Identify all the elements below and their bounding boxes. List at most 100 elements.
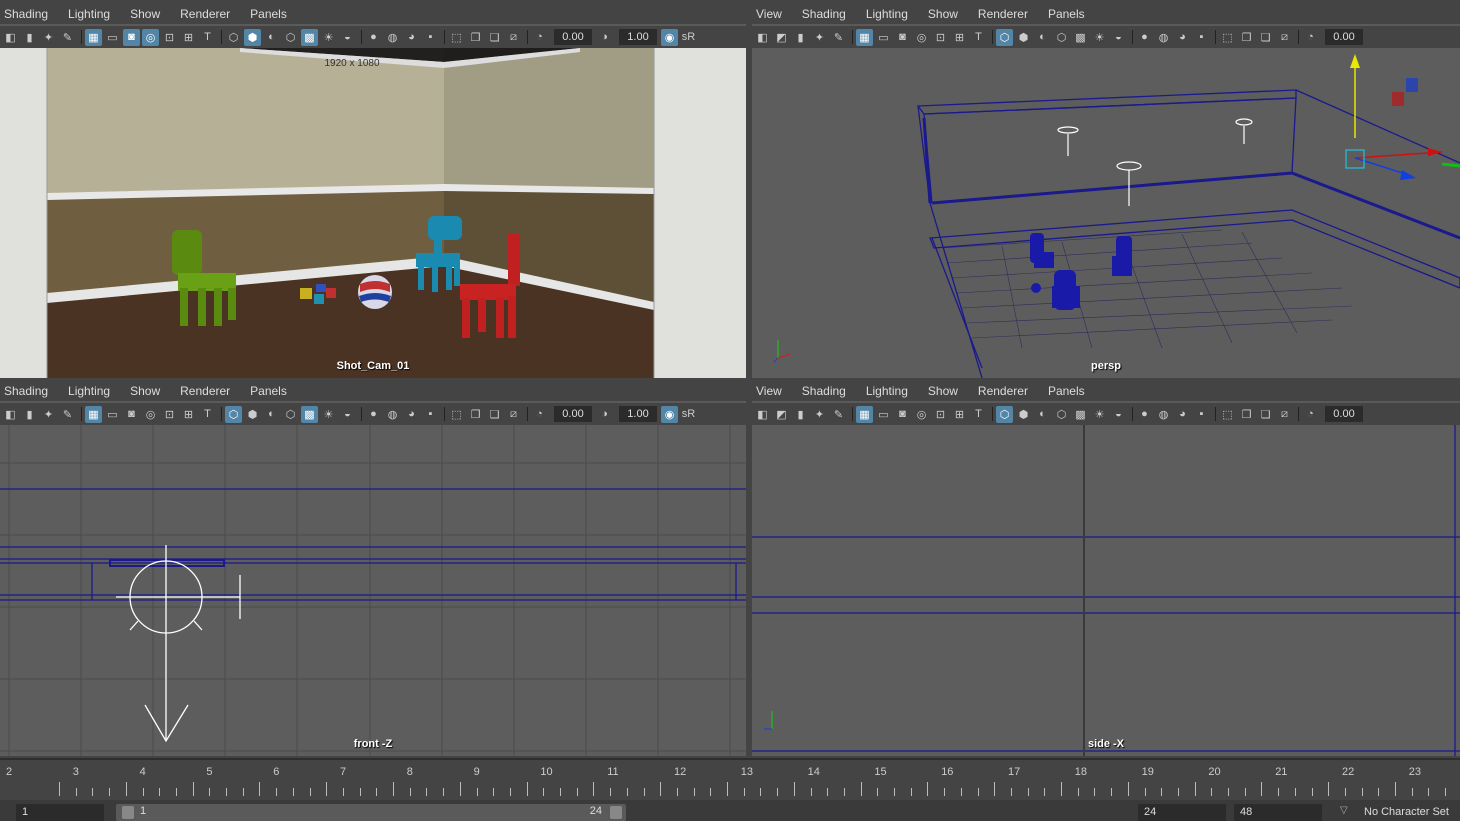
menu-panels[interactable]: Panels [1036, 381, 1093, 401]
grid-icon[interactable]: ▦ [856, 28, 873, 46]
wireframe-icon[interactable]: ⬡ [225, 29, 242, 46]
anti-aliasing-icon[interactable]: ◕ [1174, 406, 1191, 423]
xray-joints-icon[interactable]: ❏ [1257, 406, 1274, 423]
lights-icon[interactable]: ☀ [320, 29, 337, 46]
resolution-gate-icon[interactable]: ◙ [894, 29, 911, 46]
menu-show[interactable]: Show [118, 381, 168, 401]
bookmark-icon[interactable]: ▮ [792, 406, 809, 423]
viewport-side[interactable]: View Shading Lighting Show Renderer Pane… [752, 381, 1460, 756]
menu-panels[interactable]: Panels [1036, 4, 1093, 24]
ambient-occlusion-icon[interactable]: ● [1136, 406, 1153, 423]
menu-shading[interactable]: Shading [790, 381, 854, 401]
textured-icon[interactable]: ▩ [301, 28, 318, 46]
default-material-icon[interactable]: ◐ [1034, 406, 1051, 423]
character-set-field[interactable]: No Character Set [1358, 804, 1460, 821]
ambient-occlusion-icon[interactable]: ● [1136, 29, 1153, 46]
depth-of-field-icon[interactable]: ▪ [1193, 406, 1210, 423]
field-chart-icon[interactable]: ⊡ [932, 29, 949, 46]
select-camera-icon[interactable]: ✦ [811, 406, 828, 423]
safe-title-icon[interactable]: T [970, 406, 987, 423]
camera-icon[interactable]: ◧ [754, 406, 771, 423]
safe-action-icon[interactable]: ⊞ [951, 29, 968, 46]
safe-action-icon[interactable]: ⊞ [951, 406, 968, 423]
camera-icon[interactable]: ◧ [754, 29, 771, 46]
film-gate-icon[interactable]: ▭ [875, 29, 892, 46]
ambient-occlusion-icon[interactable]: ● [365, 406, 382, 423]
wireframe-icon[interactable]: ⬡ [996, 28, 1013, 46]
gate-mask-icon[interactable]: ◎ [142, 28, 159, 46]
safe-action-icon[interactable]: ⊞ [180, 29, 197, 46]
isolate-select-icon[interactable]: ⬚ [1219, 29, 1236, 46]
range-slider[interactable]: 1 24 [116, 804, 626, 821]
camera-attributes-icon[interactable]: ◩ [773, 29, 790, 46]
motion-blur-icon[interactable]: ◍ [1155, 29, 1172, 46]
lights-icon[interactable]: ☀ [320, 406, 337, 423]
wireframe-icon[interactable]: ⬡ [225, 405, 242, 423]
menu-panels[interactable]: Panels [238, 381, 295, 401]
camera-icon[interactable]: ◧ [2, 29, 19, 46]
isolate-select-icon[interactable]: ⬚ [1219, 406, 1236, 423]
resolution-gate-icon[interactable]: ◙ [123, 406, 140, 423]
image-plane-icon[interactable]: ✎ [59, 29, 76, 46]
smooth-shade-icon[interactable]: ⬢ [1015, 406, 1032, 423]
image-plane-icon[interactable]: ✎ [830, 406, 847, 423]
image-plane-icon[interactable]: ✎ [830, 29, 847, 46]
field-chart-icon[interactable]: ⊡ [161, 406, 178, 423]
wireframe-on-shaded-icon[interactable]: ⬡ [1053, 29, 1070, 46]
safe-title-icon[interactable]: T [199, 29, 216, 46]
film-gate-icon[interactable]: ▭ [875, 406, 892, 423]
viewport-front[interactable]: Shading Lighting Show Renderer Panels ◧ … [0, 381, 746, 756]
field-chart-icon[interactable]: ⊡ [161, 29, 178, 46]
xray-icon[interactable]: ❐ [1238, 29, 1255, 46]
persp-view[interactable]: persp [752, 48, 1460, 378]
xray-components-icon[interactable]: ⧄ [505, 29, 522, 46]
menu-show[interactable]: Show [916, 381, 966, 401]
wireframe-on-shaded-icon[interactable]: ⬡ [282, 406, 299, 423]
menu-view[interactable]: View [752, 381, 790, 401]
anti-aliasing-icon[interactable]: ◕ [1174, 29, 1191, 46]
motion-blur-icon[interactable]: ◍ [384, 29, 401, 46]
xray-icon[interactable]: ❐ [1238, 406, 1255, 423]
colorspace-label[interactable]: sR [680, 406, 697, 423]
menu-renderer[interactable]: Renderer [966, 4, 1036, 24]
bookmark-icon[interactable]: ▮ [792, 29, 809, 46]
wireframe-icon[interactable]: ⬡ [996, 405, 1013, 423]
depth-of-field-icon[interactable]: ▪ [1193, 29, 1210, 46]
time-slider[interactable]: 2 3 4 5 6 7 8 9 10 11 12 13 14 15 16 17 18 19 20 21 22 23 [0, 758, 1460, 800]
bookmark-icon[interactable]: ▮ [21, 406, 38, 423]
grid-icon[interactable]: ▦ [85, 405, 102, 423]
gamma-icon[interactable]: ◑ [596, 406, 613, 423]
menu-panels[interactable]: Panels [238, 4, 295, 24]
menu-lighting[interactable]: Lighting [56, 4, 118, 24]
menu-shading[interactable]: Shading [0, 4, 56, 24]
motion-blur-icon[interactable]: ◍ [1155, 406, 1172, 423]
range-end-handle[interactable] [610, 806, 622, 819]
bookmark-icon[interactable]: ▮ [21, 29, 38, 46]
shadows-icon[interactable]: ◒ [339, 29, 356, 46]
color-management-icon[interactable]: ◉ [661, 28, 678, 46]
xray-components-icon[interactable]: ⧄ [1276, 29, 1293, 46]
camera-icon[interactable]: ◧ [2, 406, 19, 423]
anti-aliasing-icon[interactable]: ◕ [403, 406, 420, 423]
chevron-down-icon[interactable]: ▽ [1340, 805, 1348, 816]
menu-shading[interactable]: Shading [790, 4, 854, 24]
smooth-shade-icon[interactable]: ⬢ [244, 406, 261, 423]
isolate-select-icon[interactable]: ⬚ [448, 29, 465, 46]
front-view[interactable]: front -Z [0, 425, 746, 756]
lights-icon[interactable]: ☀ [1091, 29, 1108, 46]
xray-components-icon[interactable]: ⧄ [1276, 406, 1293, 423]
viewport-shot-cam[interactable]: Shading Lighting Show Renderer Panels ◧ … [0, 4, 746, 378]
menu-lighting[interactable]: Lighting [854, 4, 916, 24]
smooth-shade-icon[interactable]: ⬢ [244, 28, 261, 46]
start-frame-field[interactable]: 1 [16, 804, 104, 821]
gate-mask-icon[interactable]: ◎ [142, 406, 159, 423]
xray-icon[interactable]: ❐ [467, 29, 484, 46]
select-camera-icon[interactable]: ✦ [811, 29, 828, 46]
safe-title-icon[interactable]: T [970, 29, 987, 46]
shadows-icon[interactable]: ◒ [1110, 406, 1127, 423]
default-material-icon[interactable]: ◐ [263, 29, 280, 46]
end-frame-field[interactable]: 24 [1138, 804, 1226, 821]
color-management-icon[interactable]: ◉ [661, 405, 678, 423]
lights-icon[interactable]: ☀ [1091, 406, 1108, 423]
xray-joints-icon[interactable]: ❏ [486, 406, 503, 423]
